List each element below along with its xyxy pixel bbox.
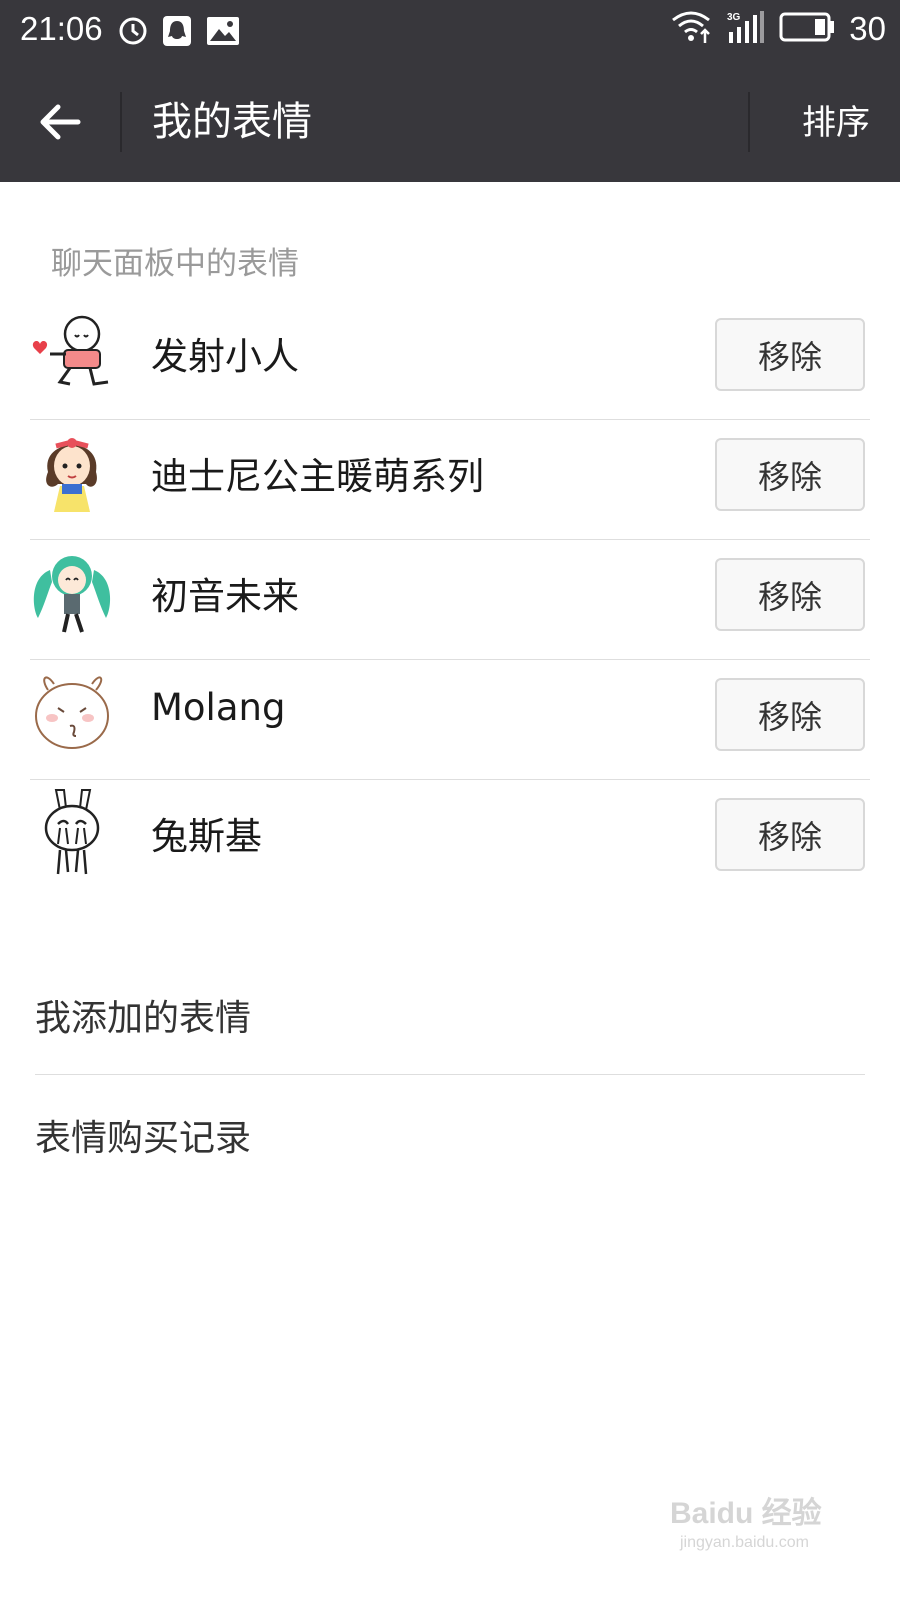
sticker-row: 发射小人 移除 [30, 300, 870, 420]
sticker-name: 兔斯基 [151, 815, 262, 858]
sticker-row: Molang 移除 [30, 660, 870, 780]
sticker-list: 发射小人 移除 迪士尼公主暖萌系列 移除 初音未来 移除 Molang 移除 兔… [30, 300, 870, 900]
remove-button[interactable]: 移除 [715, 318, 865, 391]
sticker-name: 迪士尼公主暖萌系列 [151, 455, 484, 498]
molang-icon [30, 668, 114, 756]
status-icons-left [118, 15, 240, 51]
arrow-left-icon [40, 104, 81, 140]
princess-icon [30, 428, 114, 516]
watermark-brand: Baidu 经验 [670, 1497, 822, 1530]
menu-list: 我添加的表情 表情购买记录 [35, 955, 865, 1195]
svg-text:3G: 3G [727, 12, 741, 23]
remove-button[interactable]: 移除 [715, 798, 865, 871]
signal-3g-icon: 3G [725, 10, 765, 48]
remove-button[interactable]: 移除 [715, 678, 865, 751]
menu-item-label: 表情购买记录 [35, 1118, 252, 1159]
sort-button[interactable]: 排序 [802, 100, 870, 146]
sticker-row: 初音未来 移除 [30, 540, 870, 660]
wifi-icon [671, 10, 711, 48]
tuzki-icon [30, 788, 114, 876]
status-time: 21:06 [20, 10, 103, 47]
section-label-chat-panel: 聊天面板中的表情 [51, 246, 299, 282]
sticker-row: 兔斯基 移除 [30, 780, 870, 900]
miku-icon [30, 548, 114, 636]
image-icon [206, 16, 240, 50]
menu-item-purchase-history[interactable]: 表情购买记录 [35, 1075, 865, 1195]
battery-icon [779, 12, 835, 46]
menu-item-my-added-stickers[interactable]: 我添加的表情 [35, 955, 865, 1075]
divider [748, 92, 750, 152]
menu-item-label: 我添加的表情 [35, 997, 252, 1039]
remove-button[interactable]: 移除 [715, 438, 865, 511]
battery-level: 30 [849, 10, 886, 47]
sticker-name: Molang [151, 686, 286, 729]
watermark: Baidu 经验 jingyan.baidu.com [670, 1480, 840, 1570]
qq-icon [162, 15, 192, 51]
divider [120, 92, 122, 152]
page-title: 我的表情 [152, 99, 312, 145]
watermark-url: jingyan.baidu.com [680, 1534, 809, 1551]
app-bar: 我的表情 排序 [0, 62, 900, 182]
sticker-row: 迪士尼公主暖萌系列 移除 [30, 420, 870, 540]
back-button[interactable] [30, 92, 90, 152]
sticker-name: 初音未来 [151, 575, 299, 618]
clock-icon [118, 16, 148, 50]
sticker-name: 发射小人 [151, 335, 299, 378]
remove-button[interactable]: 移除 [715, 558, 865, 631]
heart-shooter-icon [30, 308, 114, 396]
status-bar: 21:06 3G 30 [0, 0, 900, 62]
status-icons-right: 3G 30 [671, 10, 886, 48]
